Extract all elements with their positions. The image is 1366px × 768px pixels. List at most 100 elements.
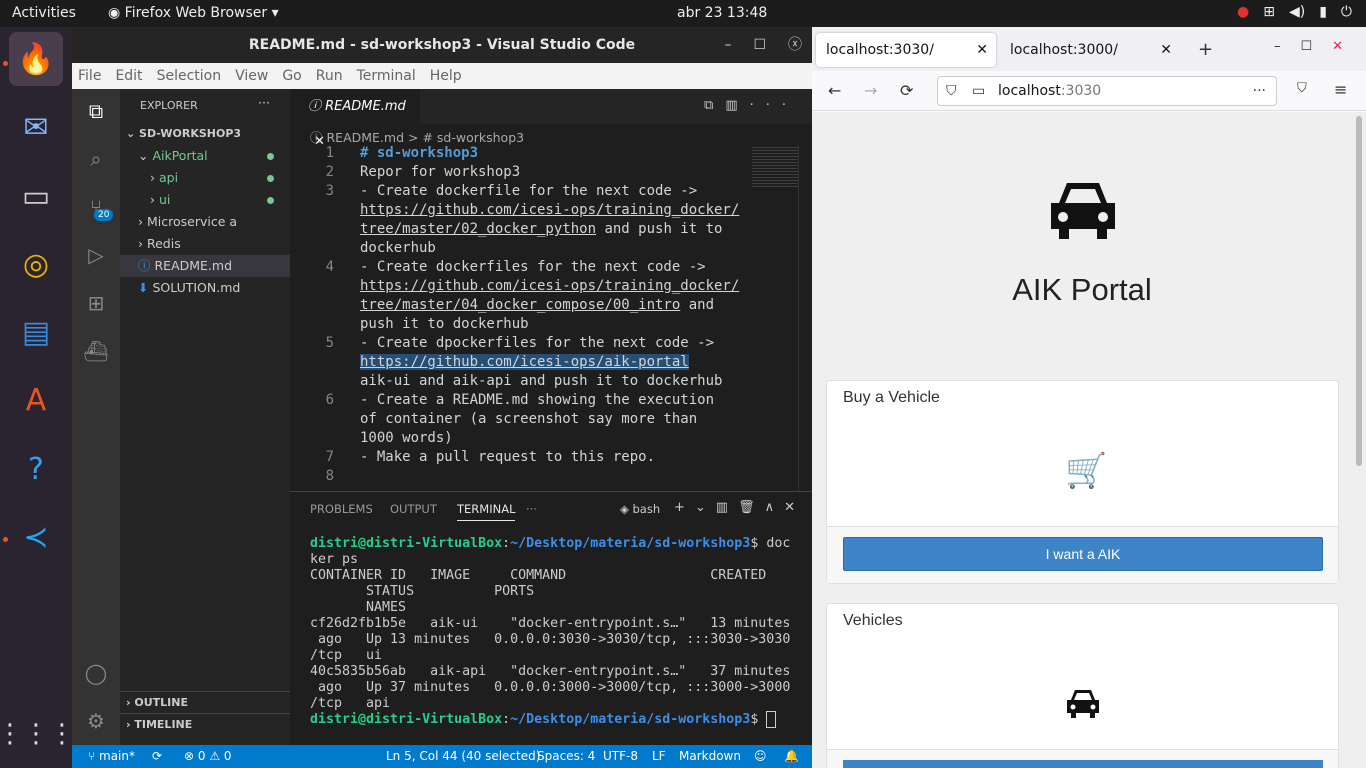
rhythmbox-icon[interactable]: ◎	[9, 237, 63, 291]
system-tray[interactable]: ● ⊞ ◀) ▮ ⏻	[1237, 4, 1352, 20]
url-bar[interactable]: ⛉ ▭ localhost:3030 ···	[937, 76, 1277, 106]
pocket-icon[interactable]: ⛉	[1297, 81, 1307, 96]
minimap[interactable]	[752, 147, 798, 187]
modified-dot	[267, 197, 274, 204]
tree-item[interactable]: ⓘ README.md	[120, 255, 290, 277]
app-menu[interactable]: ◉ Firefox Web Browser ▾	[108, 5, 279, 21]
panel-more-button[interactable]: ···	[526, 502, 537, 516]
menu-go[interactable]: Go	[282, 63, 301, 89]
tab-problems[interactable]: PROBLEMS	[310, 502, 373, 516]
timeline-section[interactable]: › TIMELINE	[120, 713, 290, 735]
reload-icon[interactable]: ⟳	[900, 81, 913, 100]
sync-icon[interactable]: ⟳	[152, 745, 162, 768]
dock: 🔥 ✉ ▭ ◎ ▤ A ? ≺ ⋮⋮⋮	[0, 27, 75, 768]
prompt-user: distri@distri-VirtualBox	[310, 712, 503, 727]
extensions-icon[interactable]: ⊞	[82, 289, 110, 317]
language-mode[interactable]: Markdown	[679, 745, 741, 768]
outline-section[interactable]: › OUTLINE	[120, 691, 290, 713]
thunderbird-icon[interactable]: ✉	[9, 100, 63, 154]
want-aik-button[interactable]: I want a AIK	[843, 537, 1323, 571]
tree-item[interactable]: ⬇ SOLUTION.md	[120, 277, 290, 299]
vehicles-button[interactable]	[843, 760, 1323, 768]
new-tab-icon[interactable]: +	[1198, 39, 1213, 60]
terminal-output[interactable]: distri@distri-VirtualBox:~/Desktop/mater…	[310, 536, 790, 728]
code-text: push it to dockerhub	[360, 316, 529, 332]
menu-help[interactable]: Help	[430, 63, 462, 89]
code-line: - Create dockerfiles for the next code -…	[360, 259, 706, 275]
clock[interactable]: abr 23 13:48	[677, 5, 767, 21]
forward-icon[interactable]: →	[864, 81, 877, 100]
menu-selection[interactable]: Selection	[157, 63, 222, 89]
help-icon[interactable]: ?	[9, 442, 63, 496]
editor-actions[interactable]: ⧉▥···	[704, 98, 798, 113]
search-icon[interactable]: ⌕	[82, 145, 110, 173]
tree-caret-icon: ›	[150, 192, 159, 207]
docker-icon[interactable]: ⛴	[82, 337, 110, 365]
tree-item-label: Microservice a	[146, 214, 238, 229]
menu-view[interactable]: View	[235, 63, 268, 89]
tree-item[interactable]: › Microservice a	[120, 211, 290, 233]
more-actions-icon[interactable]: ···	[258, 95, 270, 110]
feedback-icon[interactable]: ☺	[754, 745, 767, 768]
tab-close-icon[interactable]: ✕	[976, 33, 988, 67]
workspace-root[interactable]: ⌄ SD-WORKSHOP3	[120, 123, 290, 145]
breadcrumb-file: README.md	[326, 130, 405, 145]
window-title: README.md - sd-workshop3 - Visual Studio…	[248, 37, 636, 53]
browser-tab-active[interactable]: localhost:3030/ ✕	[816, 33, 996, 67]
close-icon[interactable]: ⓧ	[788, 27, 802, 63]
breadcrumb[interactable]: ⓘ README.md > # sd-workshop3	[310, 127, 524, 146]
browser-tab[interactable]: localhost:3000/ ✕	[1000, 33, 1180, 67]
menu-run[interactable]: Run	[316, 63, 343, 89]
writer-icon[interactable]: ▤	[9, 305, 63, 359]
terminal-actions[interactable]: +⌄▥🗑∧✕	[674, 500, 805, 515]
tree-item[interactable]: › api	[120, 167, 290, 189]
code-text: https://github.com/icesi-ops/training_do…	[360, 202, 740, 218]
tree-item[interactable]: › ui	[120, 189, 290, 211]
vscode-icon[interactable]: ≺	[9, 510, 63, 564]
problems-indicator[interactable]: ⊗ 0 ⚠ 0	[184, 745, 232, 768]
cursor-position[interactable]: Ln 5, Col 44 (40 selected)	[386, 745, 540, 768]
run-debug-icon[interactable]: ▷	[82, 241, 110, 269]
window-controls[interactable]: –☐✕	[1274, 39, 1363, 54]
indentation[interactable]: Spaces: 4	[537, 745, 595, 768]
page-actions-icon[interactable]: ···	[1253, 77, 1266, 105]
code-text: - Make a pull request to this repo.	[360, 449, 656, 465]
code-text: https://github.com/icesi-ops/aik-portal	[360, 354, 689, 370]
tab-output[interactable]: OUTPUT	[390, 502, 437, 516]
encoding[interactable]: UTF-8	[603, 745, 638, 768]
editor-scrollbar[interactable]	[798, 145, 810, 491]
tree-item[interactable]: › Redis	[120, 233, 290, 255]
files-icon[interactable]: ▭	[9, 169, 63, 223]
page-icon: ▭	[972, 83, 986, 99]
code-line: https://github.com/icesi-ops/training_do…	[360, 278, 739, 294]
menu-file[interactable]: File	[78, 63, 101, 89]
volume-icon: ◀)	[1288, 4, 1306, 20]
tab-readme[interactable]: ⓘ README.md ✕	[290, 89, 420, 149]
software-icon[interactable]: A	[9, 373, 63, 427]
battery-icon: ▮	[1319, 4, 1327, 20]
account-icon[interactable]: ◯	[82, 659, 110, 687]
hamburger-menu-icon[interactable]: ≡	[1334, 80, 1347, 99]
line-endings[interactable]: LF	[652, 745, 666, 768]
menu-edit[interactable]: Edit	[115, 63, 142, 89]
explorer-icon[interactable]: ⧉	[82, 97, 110, 125]
tab-close-icon[interactable]: ✕	[1160, 33, 1172, 67]
back-icon[interactable]: ←	[828, 81, 841, 100]
maximize-icon[interactable]: ☐	[753, 27, 766, 63]
tree-item[interactable]: ⌄ AikPortal	[120, 145, 290, 167]
tree-caret-icon: ⬇	[138, 280, 153, 295]
menu-terminal[interactable]: Terminal	[357, 63, 416, 89]
page-scrollbar[interactable]	[1356, 116, 1362, 466]
activities-button[interactable]: Activities	[12, 5, 76, 21]
minimize-icon[interactable]: –	[724, 27, 731, 63]
tree-caret-icon: ›	[138, 236, 147, 251]
branch-indicator[interactable]: ⑂ main*	[88, 745, 135, 768]
tab-terminal[interactable]: TERMINAL	[457, 502, 516, 521]
top-bar: Activities ◉ Firefox Web Browser ▾ abr 2…	[0, 0, 1366, 27]
settings-gear-icon[interactable]: ⚙	[82, 707, 110, 735]
terminal-shell-selector[interactable]: ◈ bash	[620, 502, 660, 516]
firefox-icon[interactable]: 🔥	[9, 32, 63, 86]
notifications-icon[interactable]: 🔔	[784, 745, 799, 768]
line-number: 4	[325, 259, 334, 275]
show-apps-icon[interactable]: ⋮⋮⋮	[0, 707, 75, 761]
